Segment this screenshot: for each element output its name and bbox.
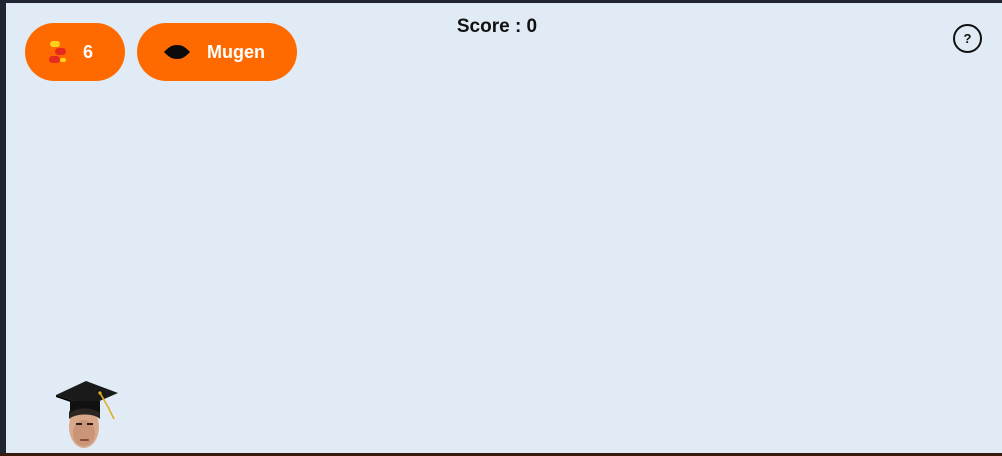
lives-count: 6 [83,41,94,62]
mode-label: Mugen [207,41,265,62]
question-icon: ? [963,31,972,46]
candy-icon [47,40,69,64]
dark-blob-icon [163,43,191,61]
game-canvas[interactable]: 6 Mugen Score : 0 ? [6,3,1002,453]
score-display: Score : 0 [456,16,538,37]
help-button[interactable]: ? [953,24,982,53]
player-character [50,373,120,453]
